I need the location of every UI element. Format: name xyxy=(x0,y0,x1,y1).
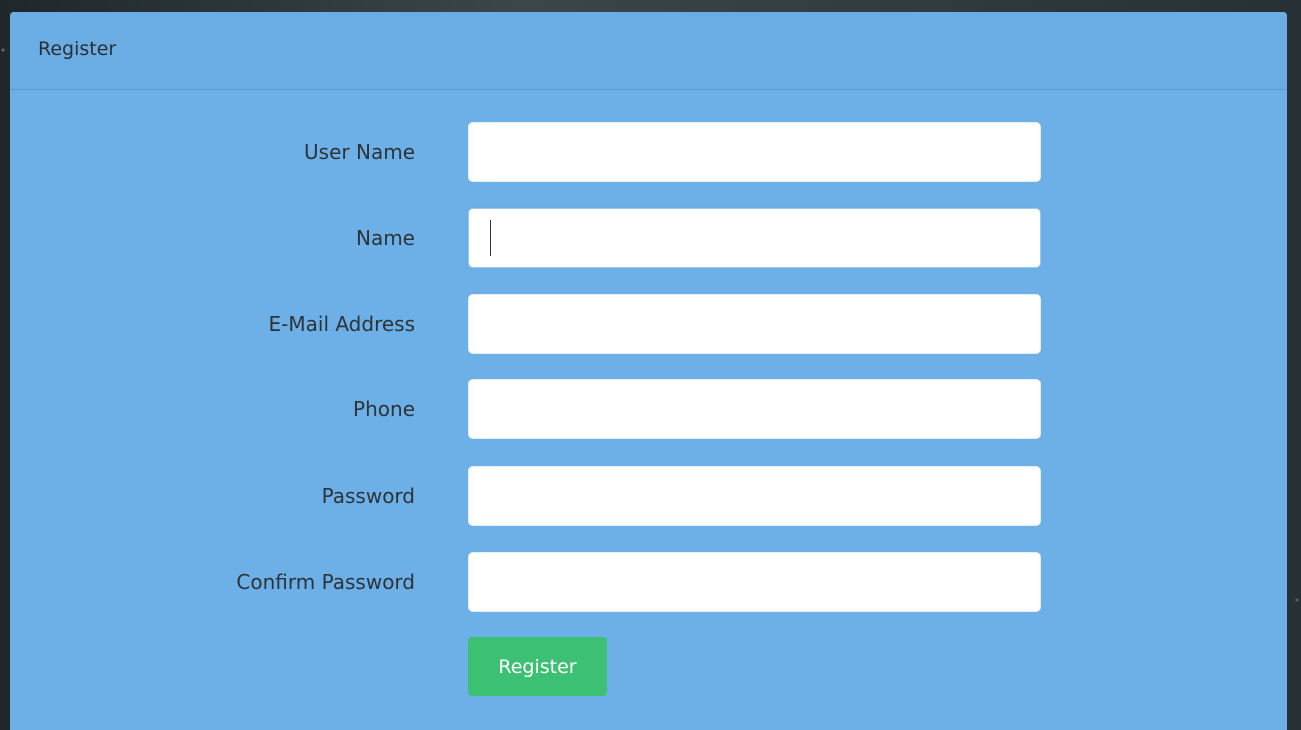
user-name-row: User Name xyxy=(10,122,1287,182)
password-input[interactable] xyxy=(468,466,1041,526)
name-input[interactable] xyxy=(468,208,1041,268)
confirm-password-input[interactable] xyxy=(468,552,1041,612)
phone-input[interactable] xyxy=(468,379,1041,439)
register-button[interactable]: Register xyxy=(468,637,607,696)
email-label: E-Mail Address xyxy=(268,312,415,336)
confirm-password-label: Confirm Password xyxy=(236,570,415,594)
register-panel: Register User Name Name E-Mail Address P… xyxy=(10,12,1287,730)
email-row: E-Mail Address xyxy=(10,294,1287,354)
confirm-password-row: Confirm Password xyxy=(10,552,1287,612)
user-name-input[interactable] xyxy=(468,122,1041,182)
name-label: Name xyxy=(355,226,415,250)
email-input[interactable] xyxy=(468,294,1041,354)
name-row: Name xyxy=(10,208,1287,268)
text-cursor xyxy=(490,220,491,256)
password-row: Password xyxy=(10,466,1287,526)
panel-title: Register xyxy=(10,12,1287,90)
password-label: Password xyxy=(321,484,415,508)
user-name-label: User Name xyxy=(304,140,415,164)
phone-label: Phone xyxy=(353,397,415,421)
phone-row: Phone xyxy=(10,379,1287,439)
